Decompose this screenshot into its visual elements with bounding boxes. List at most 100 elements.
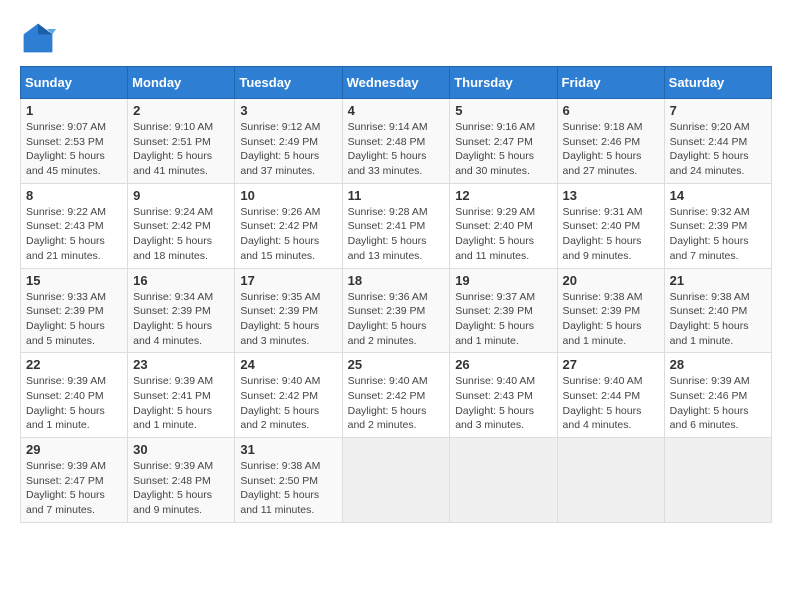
day-number: 19 [455,273,551,288]
day-info: Sunrise: 9:24 AM Sunset: 2:42 PM Dayligh… [133,205,229,264]
col-header-wednesday: Wednesday [342,67,450,99]
day-info: Sunrise: 9:40 AM Sunset: 2:44 PM Dayligh… [563,374,659,433]
day-info: Sunrise: 9:40 AM Sunset: 2:42 PM Dayligh… [348,374,445,433]
day-cell: 7 Sunrise: 9:20 AM Sunset: 2:44 PM Daylig… [664,99,771,184]
day-info: Sunrise: 9:14 AM Sunset: 2:48 PM Dayligh… [348,120,445,179]
day-info: Sunrise: 9:18 AM Sunset: 2:46 PM Dayligh… [563,120,659,179]
week-row-2: 8Sunrise: 9:22 AM Sunset: 2:43 PM Daylig… [21,183,772,268]
day-cell: 1Sunrise: 9:07 AM Sunset: 2:53 PM Daylig… [21,99,128,184]
day-cell: 8Sunrise: 9:22 AM Sunset: 2:43 PM Daylig… [21,183,128,268]
day-cell: 4 Sunrise: 9:14 AM Sunset: 2:48 PM Daylig… [342,99,450,184]
day-number: 17 [240,273,336,288]
day-cell: 18 Sunrise: 9:36 AM Sunset: 2:39 PM Dayli… [342,268,450,353]
day-number: 28 [670,357,766,372]
day-number: 3 [240,103,336,118]
day-number: 4 [348,103,445,118]
col-header-thursday: Thursday [450,67,557,99]
day-info: Sunrise: 9:39 AM Sunset: 2:47 PM Dayligh… [26,459,122,518]
day-cell: 26 Sunrise: 9:40 AM Sunset: 2:43 PM Dayli… [450,353,557,438]
day-cell: 27 Sunrise: 9:40 AM Sunset: 2:44 PM Dayli… [557,353,664,438]
day-number: 23 [133,357,229,372]
day-cell: 3 Sunrise: 9:12 AM Sunset: 2:49 PM Daylig… [235,99,342,184]
day-info: Sunrise: 9:29 AM Sunset: 2:40 PM Dayligh… [455,205,551,264]
day-info: Sunrise: 9:12 AM Sunset: 2:49 PM Dayligh… [240,120,336,179]
day-cell: 11 Sunrise: 9:28 AM Sunset: 2:41 PM Dayli… [342,183,450,268]
day-cell: 2 Sunrise: 9:10 AM Sunset: 2:51 PM Daylig… [128,99,235,184]
day-cell: 6 Sunrise: 9:18 AM Sunset: 2:46 PM Daylig… [557,99,664,184]
day-cell: 19Sunrise: 9:37 AM Sunset: 2:39 PM Dayli… [450,268,557,353]
day-cell [664,438,771,523]
day-info: Sunrise: 9:07 AM Sunset: 2:53 PM Dayligh… [26,120,122,179]
col-header-tuesday: Tuesday [235,67,342,99]
day-info: Sunrise: 9:16 AM Sunset: 2:47 PM Dayligh… [455,120,551,179]
page-header [20,20,772,56]
day-number: 25 [348,357,445,372]
day-info: Sunrise: 9:40 AM Sunset: 2:43 PM Dayligh… [455,374,551,433]
day-info: Sunrise: 9:35 AM Sunset: 2:39 PM Dayligh… [240,290,336,349]
calendar-table: SundayMondayTuesdayWednesdayThursdayFrid… [20,66,772,523]
day-info: Sunrise: 9:39 AM Sunset: 2:48 PM Dayligh… [133,459,229,518]
day-cell [342,438,450,523]
day-info: Sunrise: 9:26 AM Sunset: 2:42 PM Dayligh… [240,205,336,264]
day-number: 26 [455,357,551,372]
day-cell: 24 Sunrise: 9:40 AM Sunset: 2:42 PM Dayli… [235,353,342,438]
day-cell: 21Sunrise: 9:38 AM Sunset: 2:40 PM Dayli… [664,268,771,353]
day-number: 22 [26,357,122,372]
day-info: Sunrise: 9:39 AM Sunset: 2:46 PM Dayligh… [670,374,766,433]
day-number: 24 [240,357,336,372]
day-cell: 28 Sunrise: 9:39 AM Sunset: 2:46 PM Dayli… [664,353,771,438]
logo [20,20,60,56]
day-number: 15 [26,273,122,288]
day-info: Sunrise: 9:40 AM Sunset: 2:42 PM Dayligh… [240,374,336,433]
week-row-3: 15 Sunrise: 9:33 AM Sunset: 2:39 PM Dayli… [21,268,772,353]
day-cell: 22 Sunrise: 9:39 AM Sunset: 2:40 PM Dayli… [21,353,128,438]
day-number: 14 [670,188,766,203]
day-cell: 12 Sunrise: 9:29 AM Sunset: 2:40 PM Dayli… [450,183,557,268]
day-number: 2 [133,103,229,118]
day-cell: 20Sunrise: 9:38 AM Sunset: 2:39 PM Dayli… [557,268,664,353]
day-info: Sunrise: 9:33 AM Sunset: 2:39 PM Dayligh… [26,290,122,349]
day-info: Sunrise: 9:36 AM Sunset: 2:39 PM Dayligh… [348,290,445,349]
day-info: Sunrise: 9:31 AM Sunset: 2:40 PM Dayligh… [563,205,659,264]
day-number: 7 [670,103,766,118]
day-number: 8 [26,188,122,203]
week-row-1: 1Sunrise: 9:07 AM Sunset: 2:53 PM Daylig… [21,99,772,184]
day-number: 16 [133,273,229,288]
day-number: 10 [240,188,336,203]
day-cell: 25 Sunrise: 9:40 AM Sunset: 2:42 PM Dayli… [342,353,450,438]
day-info: Sunrise: 9:10 AM Sunset: 2:51 PM Dayligh… [133,120,229,179]
day-number: 6 [563,103,659,118]
day-info: Sunrise: 9:39 AM Sunset: 2:40 PM Dayligh… [26,374,122,433]
day-info: Sunrise: 9:28 AM Sunset: 2:41 PM Dayligh… [348,205,445,264]
col-header-sunday: Sunday [21,67,128,99]
day-number: 21 [670,273,766,288]
day-cell: 10 Sunrise: 9:26 AM Sunset: 2:42 PM Dayli… [235,183,342,268]
day-number: 5 [455,103,551,118]
day-info: Sunrise: 9:39 AM Sunset: 2:41 PM Dayligh… [133,374,229,433]
week-row-4: 22 Sunrise: 9:39 AM Sunset: 2:40 PM Dayli… [21,353,772,438]
day-cell: 5 Sunrise: 9:16 AM Sunset: 2:47 PM Daylig… [450,99,557,184]
day-cell: 14 Sunrise: 9:32 AM Sunset: 2:39 PM Dayli… [664,183,771,268]
calendar-body: 1Sunrise: 9:07 AM Sunset: 2:53 PM Daylig… [21,99,772,523]
day-cell: 23 Sunrise: 9:39 AM Sunset: 2:41 PM Dayli… [128,353,235,438]
day-info: Sunrise: 9:32 AM Sunset: 2:39 PM Dayligh… [670,205,766,264]
logo-icon [20,20,56,56]
day-number: 18 [348,273,445,288]
column-headers: SundayMondayTuesdayWednesdayThursdayFrid… [21,67,772,99]
day-cell: 13Sunrise: 9:31 AM Sunset: 2:40 PM Dayli… [557,183,664,268]
day-cell: 16Sunrise: 9:34 AM Sunset: 2:39 PM Dayli… [128,268,235,353]
day-number: 11 [348,188,445,203]
day-info: Sunrise: 9:38 AM Sunset: 2:50 PM Dayligh… [240,459,336,518]
day-cell [557,438,664,523]
day-cell: 29 Sunrise: 9:39 AM Sunset: 2:47 PM Dayli… [21,438,128,523]
day-number: 12 [455,188,551,203]
day-number: 31 [240,442,336,457]
day-cell [450,438,557,523]
day-number: 27 [563,357,659,372]
day-cell: 15 Sunrise: 9:33 AM Sunset: 2:39 PM Dayli… [21,268,128,353]
day-number: 20 [563,273,659,288]
day-number: 29 [26,442,122,457]
day-info: Sunrise: 9:20 AM Sunset: 2:44 PM Dayligh… [670,120,766,179]
day-cell: 30Sunrise: 9:39 AM Sunset: 2:48 PM Dayli… [128,438,235,523]
day-cell: 17 Sunrise: 9:35 AM Sunset: 2:39 PM Dayli… [235,268,342,353]
